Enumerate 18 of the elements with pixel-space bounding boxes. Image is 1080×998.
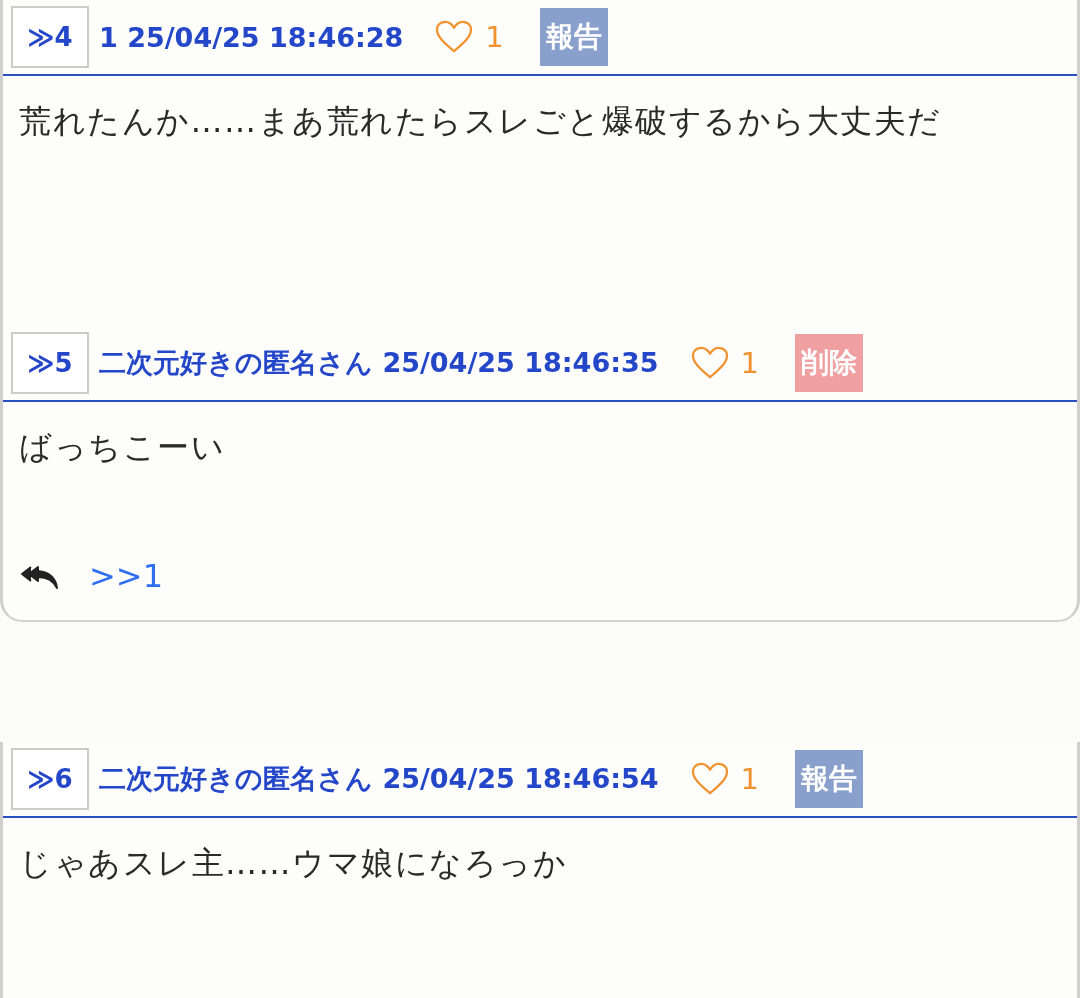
heart-icon[interactable] — [690, 762, 729, 796]
post-number-button[interactable]: ≫4 — [11, 6, 89, 68]
post-text: ばっちこーい — [19, 427, 226, 468]
report-button[interactable]: 報告 — [539, 8, 608, 66]
report-button[interactable]: 報告 — [795, 750, 863, 808]
post-author-date: 1 25/04/25 18:46:28 — [99, 21, 404, 53]
like-count: 1 — [740, 346, 759, 380]
post-author-date: 二次元好きの匿名さん 25/04/25 18:46:54 — [99, 762, 659, 796]
heart-icon[interactable] — [435, 20, 474, 54]
like-count: 1 — [485, 20, 504, 54]
post-text: 荒れたんか……まあ荒れたらスレごと爆破するから大丈夫だ — [19, 101, 943, 142]
reply-link[interactable]: >>1 — [89, 557, 163, 595]
post-text: じゃあスレ主……ウマ娘になろっか — [19, 843, 568, 884]
post-author-date: 二次元好きの匿名さん 25/04/25 18:46:35 — [99, 346, 659, 380]
heart-icon[interactable] — [690, 346, 729, 380]
like-count: 1 — [740, 762, 759, 796]
post-number-button[interactable]: ≫6 — [11, 748, 89, 810]
post-number-button[interactable]: ≫5 — [11, 332, 89, 394]
